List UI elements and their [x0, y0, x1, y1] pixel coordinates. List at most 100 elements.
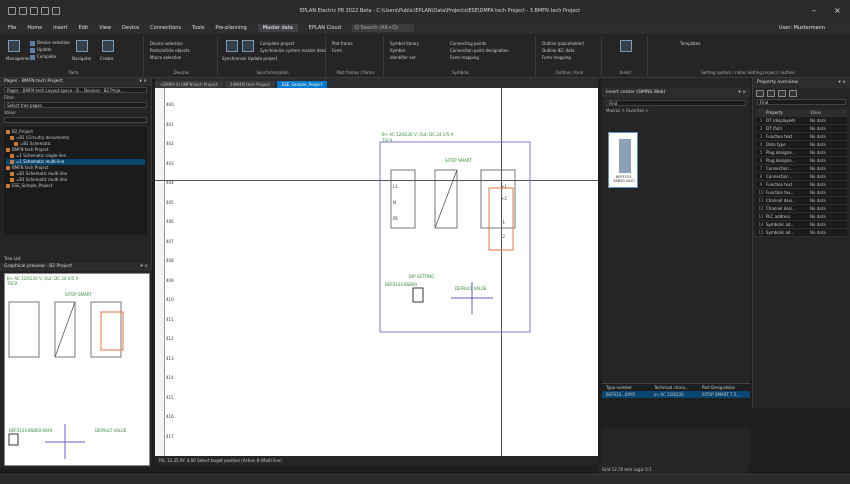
- open-icon[interactable]: [19, 7, 27, 15]
- outline-iec-button[interactable]: Outline IEC data: [542, 48, 575, 53]
- navigator-icon[interactable]: [76, 40, 88, 52]
- menu-edit[interactable]: Edit: [78, 25, 88, 31]
- property-row[interactable]: 10 Function tex... No data: [756, 189, 847, 197]
- panel-close-icon[interactable]: ▾ ×: [839, 78, 846, 88]
- search-box[interactable]: Q Search (Alt+Q): [351, 24, 414, 32]
- outline-form-mapping-button[interactable]: Form mapping: [542, 55, 571, 60]
- management-button[interactable]: Management: [6, 56, 32, 61]
- sort-icon[interactable]: [767, 89, 775, 97]
- templates-button[interactable]: Templates: [680, 41, 700, 46]
- property-row[interactable]: 6 Plug designa... No data: [756, 157, 847, 165]
- property-row[interactable]: 13 PLC address No data: [756, 213, 847, 221]
- update-button[interactable]: Update: [30, 47, 52, 53]
- property-row[interactable]: 7 Connection ... No data: [756, 165, 847, 173]
- create-icon[interactable]: [102, 40, 114, 52]
- pages-view-tabs[interactable]: Tree List: [4, 256, 21, 261]
- property-row[interactable]: 3 Function text No data: [756, 133, 847, 141]
- props-search-input[interactable]: Find: [757, 99, 846, 105]
- user-label[interactable]: User: Mustermann: [779, 25, 825, 31]
- filter-select[interactable]: Select tree pages: [4, 102, 147, 108]
- bind-icon[interactable]: [789, 89, 797, 97]
- sync-project-icon[interactable]: [226, 40, 238, 52]
- insert-breadcrumb[interactable]: Macros > Favorites >: [606, 108, 746, 113]
- doc-tab[interactable]: <DMFA-4) 0MFN tech Project: [155, 81, 223, 88]
- menu-device[interactable]: Device: [122, 25, 139, 31]
- settings-icon[interactable]: [778, 89, 786, 97]
- redo-icon[interactable]: [52, 7, 60, 15]
- row-index: 7: [759, 166, 763, 171]
- sync-update-button[interactable]: Synchronize Update project: [222, 56, 277, 61]
- property-row[interactable]: 12 Channel desi... No data: [756, 205, 847, 213]
- property-row[interactable]: 1 DT (displayed) No data: [756, 117, 847, 125]
- props-title: Property overview: [757, 80, 798, 85]
- menu-connections[interactable]: Connections: [150, 25, 181, 31]
- form-mapping-button[interactable]: Form mapping: [450, 55, 479, 60]
- menu-file[interactable]: File: [8, 25, 16, 31]
- panel-close-icon[interactable]: ▾ ×: [739, 88, 746, 98]
- property-value: No data: [810, 198, 826, 203]
- pages-breadcrumb[interactable]: Pages - BMFN tech Layout space - B... De…: [4, 87, 147, 93]
- menu-eplan-cloud[interactable]: EPLAN Cloud: [309, 25, 341, 31]
- complete-project-button[interactable]: Complete project: [260, 41, 294, 46]
- property-value: No data: [810, 222, 826, 227]
- property-row[interactable]: 8 Connection ... No data: [756, 173, 847, 181]
- filter-icon[interactable]: [756, 89, 764, 97]
- menu-insert[interactable]: Insert: [53, 25, 67, 31]
- sync-master-data-button[interactable]: Synchronize system master data: [260, 48, 326, 53]
- form-button[interactable]: Form: [332, 48, 342, 53]
- minimize-icon[interactable]: –: [812, 6, 816, 15]
- graphical-preview-panel: Graphical preview - B2 Project ▾ × B+ AC …: [0, 263, 152, 468]
- macro-selection-button[interactable]: Macro selection: [150, 55, 181, 60]
- menu-master-data[interactable]: Master data: [257, 24, 298, 32]
- identifier-set-button[interactable]: Identifier set: [390, 55, 415, 60]
- property-name: Symbolic ad...: [766, 222, 795, 227]
- plot-frame-button[interactable]: Plot frame: [332, 41, 353, 46]
- property-value: No data: [810, 142, 826, 147]
- property-row[interactable]: 9 Function text No data: [756, 181, 847, 189]
- value-input[interactable]: [4, 117, 147, 123]
- connecting-points-button[interactable]: Connecting points: [450, 41, 486, 46]
- close-icon[interactable]: ×: [834, 6, 841, 15]
- insert-search-input[interactable]: Find: [606, 100, 746, 106]
- insert-icon[interactable]: [620, 40, 632, 52]
- property-row[interactable]: 2 DT (full) No data: [756, 125, 847, 133]
- symbol-library-button[interactable]: Symbol library: [390, 41, 419, 46]
- connection-point-designation-button[interactable]: Connection point designation: [450, 48, 509, 53]
- create-button[interactable]: Create: [100, 56, 113, 61]
- device-selection-button[interactable]: Device selection: [150, 41, 183, 46]
- parts-objects-button[interactable]: Parts/article objects: [150, 48, 190, 53]
- macro-thumbnail[interactable]: 6EP3333-8SB00-0AY0: [608, 132, 638, 188]
- menu-tools[interactable]: Tools: [192, 25, 204, 31]
- navigator-button[interactable]: Navigator: [72, 56, 92, 61]
- synchronize-button[interactable]: Device selection: [30, 40, 70, 46]
- doc-tab-active[interactable]: ESE_Sample_Project: [276, 81, 328, 88]
- menu-view[interactable]: View: [99, 25, 111, 31]
- table-row[interactable]: 6EP333...0AY0 in: AC 120/230 SITOP SMART…: [602, 391, 750, 398]
- property-value: No data: [810, 230, 826, 235]
- row-index: 1: [759, 118, 763, 123]
- property-row[interactable]: 11 Channel desi... No data: [756, 197, 847, 205]
- outline-placeholder-button[interactable]: Outline (placeholder): [542, 41, 584, 46]
- ribbon-group-parts: Management Device selection Update Compl…: [4, 36, 144, 76]
- doc-tab[interactable]: 3-BMFN tech Project: [224, 81, 275, 88]
- property-name: Connection ...: [766, 174, 794, 179]
- menu-pre-planning[interactable]: Pre-planning: [215, 25, 246, 31]
- management-icon[interactable]: [8, 40, 20, 52]
- tree-item[interactable]: ESE_Sample_Project: [6, 183, 145, 189]
- menu-home[interactable]: Home: [27, 25, 42, 31]
- property-row[interactable]: 4 Data type No data: [756, 141, 847, 149]
- sync-system-icon[interactable]: [242, 40, 254, 52]
- props-header: Property overview ▾ ×: [753, 78, 850, 88]
- property-row[interactable]: 5 Plug designa... No data: [756, 149, 847, 157]
- save-icon[interactable]: [30, 7, 38, 15]
- symbol-button[interactable]: Symbol: [390, 48, 405, 53]
- new-icon[interactable]: [8, 7, 16, 15]
- panel-close-icon[interactable]: ▾ ×: [140, 78, 147, 86]
- property-row[interactable]: 14 Symbolic ad... No data: [756, 221, 847, 229]
- property-row[interactable]: 15 Symbolic ad... No data: [756, 229, 847, 237]
- schematic-sheet[interactable]: 400 401 402 403 404 405 406 407 408 409 410 411 412 4…: [155, 88, 598, 456]
- complete-button[interactable]: Complete: [30, 54, 56, 60]
- panel-close-icon[interactable]: ▾ ×: [141, 263, 148, 271]
- undo-icon[interactable]: [41, 7, 49, 15]
- ribbon-label-symbols: Symbols: [452, 70, 469, 75]
